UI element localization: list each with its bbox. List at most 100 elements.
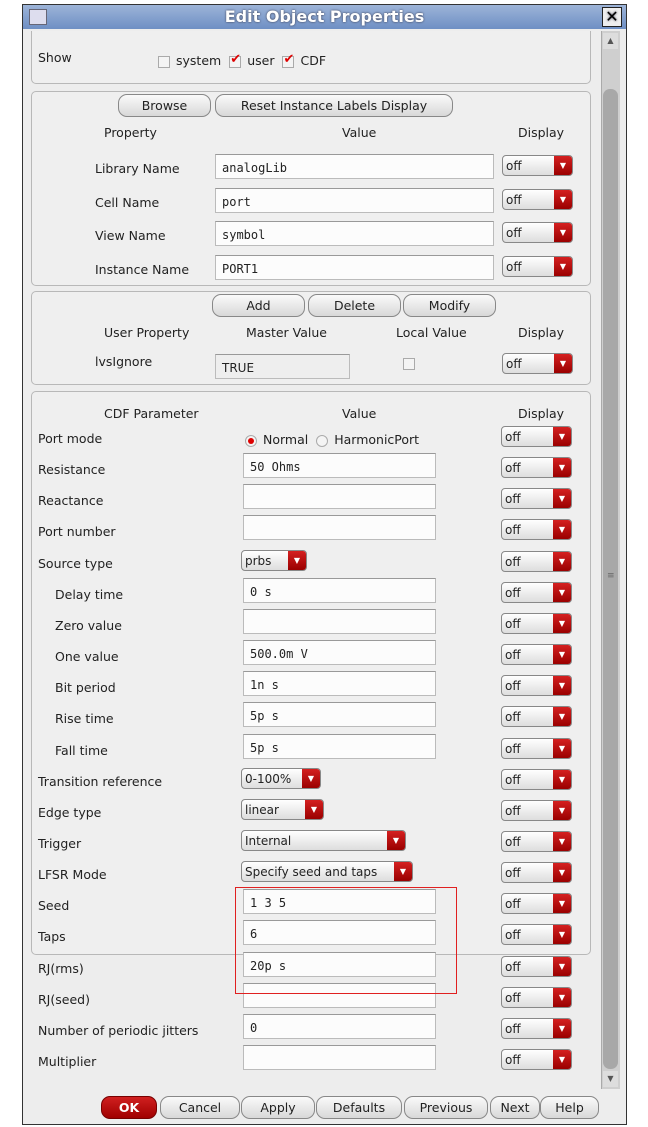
display-select[interactable]: off ▼ — [502, 188, 573, 210]
vertical-scrollbar[interactable]: ▲ ≡ ▼ — [601, 31, 620, 1089]
cdf-label: RJ(seed) — [38, 991, 90, 1007]
show-panel: Show system user CDF — [31, 31, 591, 84]
radio-icon[interactable] — [245, 434, 257, 447]
display-select[interactable]: off ▼ — [501, 924, 572, 946]
scroll-up-icon[interactable]: ▲ — [603, 33, 618, 49]
next-button[interactable]: Next — [490, 1096, 540, 1119]
ok-button[interactable]: OK — [101, 1096, 157, 1119]
cdf-label: Bit period — [55, 680, 116, 696]
radio-icon[interactable] — [316, 434, 329, 447]
cdf-value-select[interactable]: Internal ▼ — [241, 829, 406, 851]
display-select[interactable]: off ▼ — [502, 222, 573, 243]
modify-button[interactable]: Modify — [403, 294, 496, 317]
checkbox-icon[interactable] — [282, 52, 295, 68]
property-label: Cell Name — [95, 194, 160, 210]
scroll-down-icon[interactable]: ▼ — [603, 1071, 618, 1087]
display-select[interactable]: off ▼ — [502, 155, 573, 176]
cdf-label: LFSR Mode — [38, 867, 107, 883]
display-select[interactable]: off ▼ — [501, 519, 572, 541]
display-select[interactable]: off ▼ — [501, 986, 572, 1008]
cdf-label: Fall time — [55, 742, 108, 758]
checkbox-icon[interactable] — [229, 52, 242, 68]
header-value: Value — [342, 406, 377, 421]
property-value-field[interactable]: PORT1 — [215, 254, 494, 280]
cdf-label: Transition reference — [38, 773, 163, 789]
close-icon[interactable]: ✕ — [602, 7, 622, 27]
reset-labels-button[interactable]: Reset Instance Labels Display — [215, 94, 453, 117]
display-select[interactable]: off ▼ — [501, 1049, 572, 1070]
user-property-panel: Add Delete Modify User Property Master V… — [31, 291, 591, 385]
checkbox-label: system — [176, 53, 222, 68]
cdf-value-field[interactable] — [243, 1045, 436, 1070]
cdf-value-field[interactable]: 0 — [243, 1013, 436, 1039]
display-select[interactable]: off ▼ — [501, 426, 572, 447]
scroll-thumb[interactable]: ≡ — [603, 89, 618, 1069]
display-select[interactable]: off ▼ — [501, 799, 572, 821]
cdf-value-field[interactable]: 0 s — [243, 577, 436, 603]
cdf-value-field[interactable]: 1n s — [243, 671, 436, 697]
user-display-select[interactable]: off ▼ — [502, 353, 573, 374]
browse-button[interactable]: Browse — [118, 94, 211, 117]
display-select[interactable]: off ▼ — [501, 830, 572, 852]
cdf-value-select[interactable]: Specify seed and taps ▼ — [241, 861, 413, 883]
header-master-value: Master Value — [246, 325, 327, 340]
property-value-field[interactable]: port — [215, 187, 494, 213]
display-select[interactable]: off ▼ — [501, 1017, 572, 1039]
chevron-down-icon: ▼ — [387, 830, 405, 850]
show-system-checkbox[interactable]: system — [158, 53, 221, 68]
defaults-button[interactable]: Defaults — [316, 1096, 402, 1119]
property-value-field[interactable]: analogLib — [215, 154, 494, 179]
help-button[interactable]: Help — [540, 1096, 599, 1119]
select-value: off — [505, 1021, 521, 1036]
display-select[interactable]: off ▼ — [502, 255, 573, 277]
property-value-field[interactable]: symbol — [215, 221, 494, 246]
port-mode-radio-group: Normal HarmonicPort — [245, 432, 427, 447]
chevron-down-icon: ▼ — [554, 156, 572, 175]
cdf-value-select[interactable]: prbs ▼ — [241, 549, 307, 571]
display-select[interactable]: off ▼ — [501, 550, 572, 572]
radio-harmonicport[interactable]: HarmonicPort — [316, 432, 419, 447]
cdf-value-select[interactable]: linear ▼ — [241, 798, 324, 820]
display-select[interactable]: off ▼ — [501, 612, 572, 634]
chevron-down-icon: ▼ — [553, 925, 571, 945]
local-value-checkbox[interactable] — [403, 357, 415, 370]
cdf-label: Rise time — [55, 711, 114, 727]
show-cdf-checkbox[interactable]: CDF — [282, 52, 326, 68]
cdf-value-select[interactable]: 0-100% ▼ — [241, 767, 321, 789]
display-select[interactable]: off ▼ — [501, 644, 572, 666]
display-select[interactable]: off ▼ — [501, 457, 572, 479]
apply-button[interactable]: Apply — [241, 1096, 315, 1119]
master-value-field: TRUE — [215, 354, 350, 379]
display-select[interactable]: off ▼ — [501, 488, 572, 510]
cdf-value-field[interactable] — [243, 515, 436, 541]
chevron-down-icon: ▼ — [554, 256, 572, 276]
add-button[interactable]: Add — [212, 294, 305, 317]
display-select[interactable]: off ▼ — [501, 675, 572, 697]
chevron-down-icon: ▼ — [553, 676, 571, 696]
cdf-value-field[interactable]: 500.0m V — [243, 640, 436, 666]
cancel-button[interactable]: Cancel — [160, 1096, 240, 1119]
cdf-value-field[interactable]: 5p s — [243, 733, 436, 759]
display-select[interactable]: off ▼ — [501, 581, 572, 603]
display-select[interactable]: off ▼ — [501, 893, 572, 915]
highlight-box — [235, 887, 457, 994]
delete-button[interactable]: Delete — [308, 294, 401, 317]
select-value: off — [505, 430, 521, 444]
show-user-checkbox[interactable]: user — [229, 52, 274, 68]
chevron-down-icon: ▼ — [553, 582, 571, 602]
display-select[interactable]: off ▼ — [501, 768, 572, 790]
window-menu-icon[interactable] — [29, 9, 47, 25]
previous-button[interactable]: Previous — [404, 1096, 488, 1119]
cdf-value-field[interactable] — [243, 608, 436, 634]
chevron-down-icon: ▼ — [553, 551, 571, 571]
checkbox-icon[interactable] — [158, 55, 170, 68]
cdf-value-field[interactable] — [243, 484, 436, 510]
display-select[interactable]: off ▼ — [501, 706, 572, 728]
cdf-value-field[interactable]: 50 Ohms — [243, 453, 436, 479]
display-select[interactable]: off ▼ — [501, 737, 572, 759]
display-select[interactable]: off ▼ — [501, 862, 572, 884]
display-select[interactable]: off ▼ — [501, 955, 572, 977]
radio-normal[interactable]: Normal — [245, 432, 308, 447]
property-label: View Name — [95, 228, 166, 243]
cdf-value-field[interactable]: 5p s — [243, 702, 436, 728]
